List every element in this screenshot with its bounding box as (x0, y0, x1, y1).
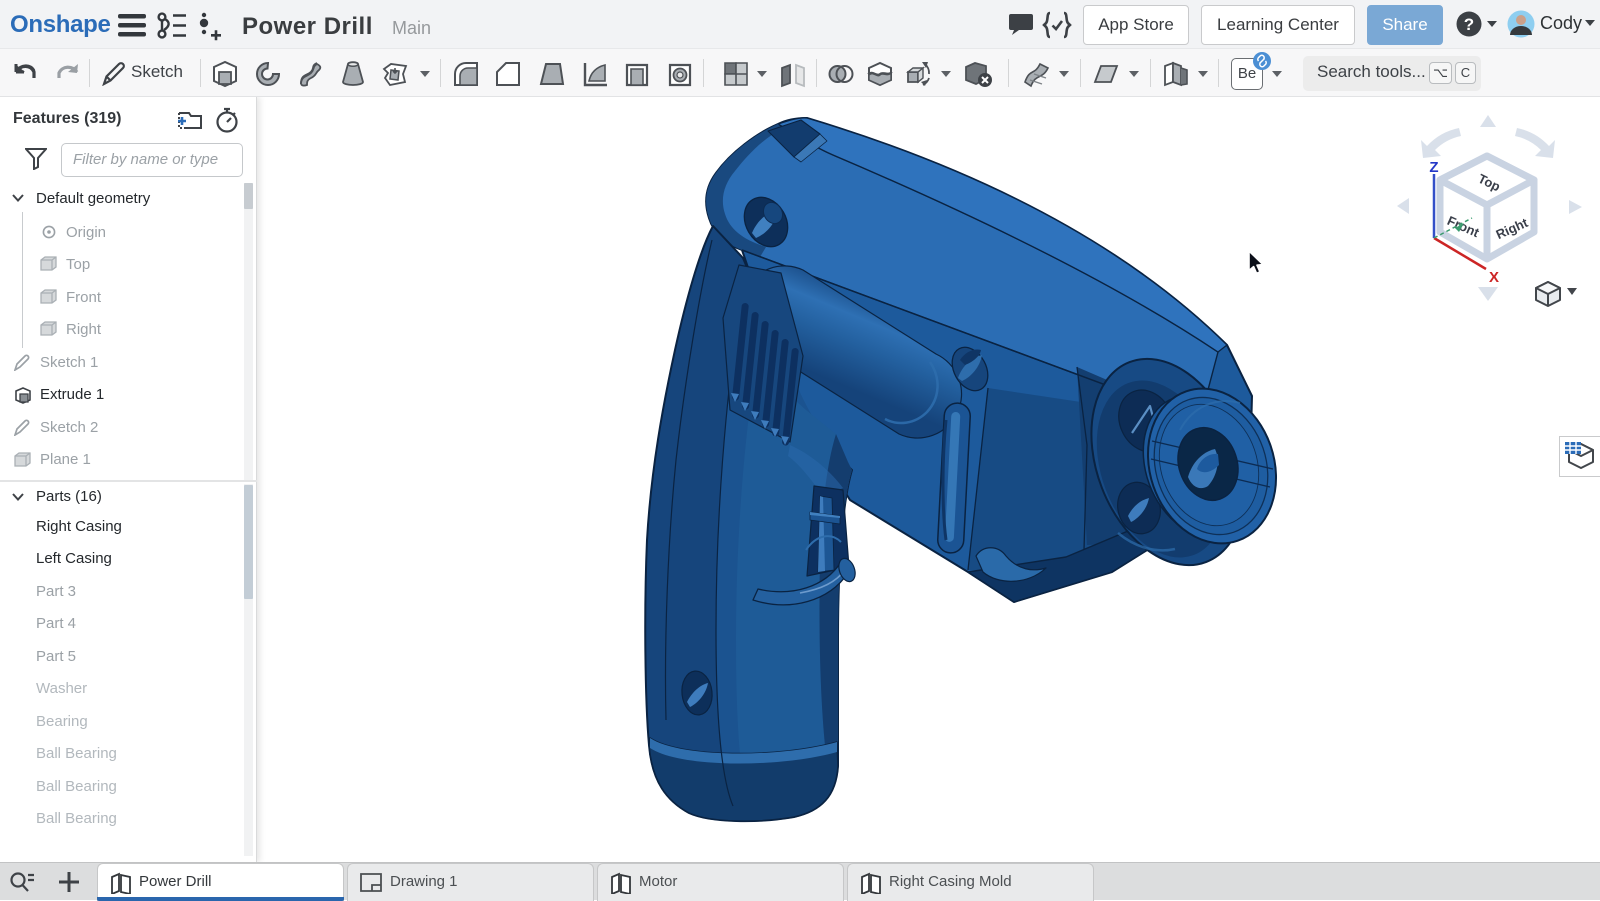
svg-text:X: X (1489, 269, 1499, 286)
svg-text:?: ? (1464, 15, 1474, 34)
svg-text:Z: Z (1429, 159, 1438, 176)
